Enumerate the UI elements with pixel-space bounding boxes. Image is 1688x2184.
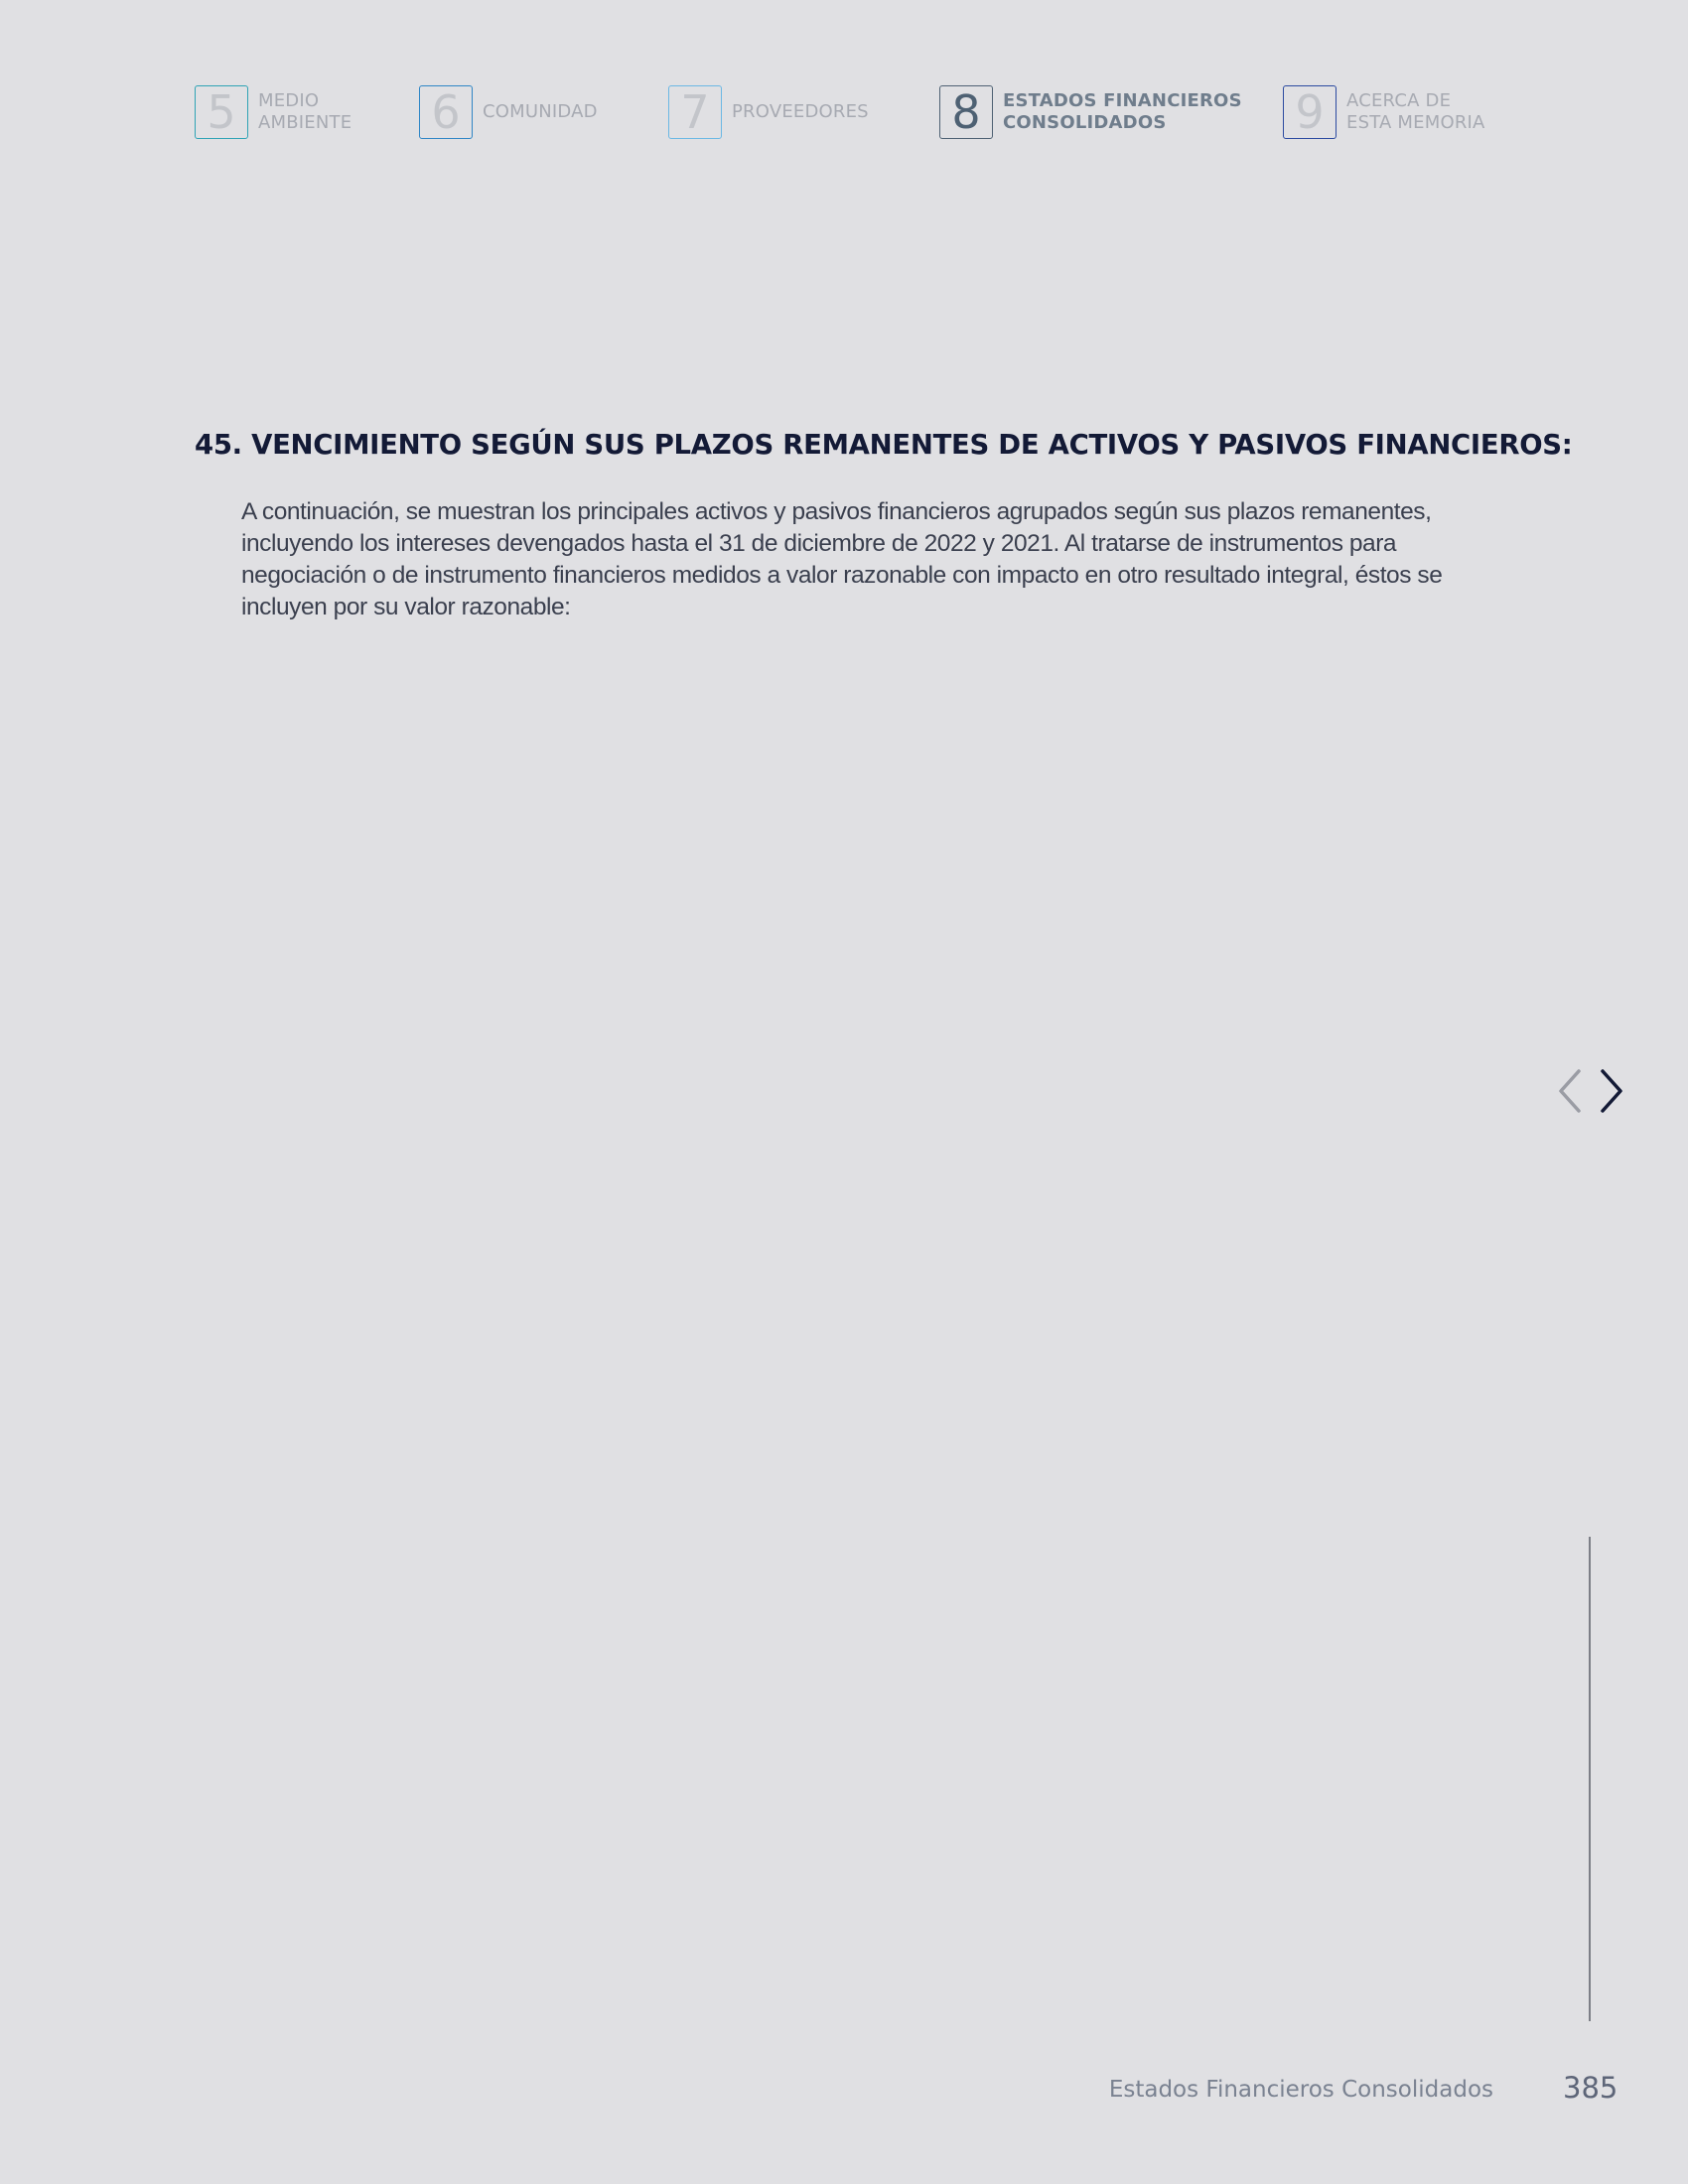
previous-page-button[interactable] — [1555, 1068, 1587, 1114]
nav-label-line2: CONSOLIDADOS — [1003, 112, 1167, 133]
footer-section-title: Estados Financieros Consolidados — [1108, 2077, 1493, 2103]
chapter-number-box: 9 — [1283, 85, 1336, 139]
nav-item-estados-financieros[interactable]: 8 ESTADOS FINANCIEROS CONSOLIDADOS — [939, 85, 1242, 139]
chevron-left-icon — [1559, 1069, 1581, 1113]
chapter-number-box: 7 — [668, 85, 722, 139]
nav-item-label: ACERCA DE ESTA MEMORIA — [1346, 90, 1485, 134]
nav-item-acerca-de[interactable]: 9 ACERCA DE ESTA MEMORIA — [1283, 85, 1485, 139]
next-page-button[interactable] — [1597, 1068, 1628, 1114]
section-body-text: A continuación, se muestran los principa… — [241, 498, 1443, 620]
nav-label-line1: ESTADOS FINANCIEROS — [1003, 90, 1242, 111]
page-number: 385 — [1563, 2071, 1618, 2105]
chevron-right-icon — [1601, 1069, 1622, 1113]
nav-label-line2: AMBIENTE — [258, 112, 352, 133]
section-heading: 45. VENCIMIENTO SEGÚN SUS PLAZOS REMANEN… — [195, 429, 1573, 461]
nav-label-line1: MEDIO — [258, 90, 320, 111]
nav-item-label: PROVEEDORES — [732, 101, 869, 123]
nav-label-line2: ESTA MEMORIA — [1346, 112, 1485, 133]
chapter-nav: 5 MEDIO AMBIENTE 6 COMUNIDAD 7 PROVEEDOR… — [0, 85, 1688, 141]
vertical-divider — [1589, 1537, 1591, 2021]
chapter-number-box: 8 — [939, 85, 993, 139]
nav-item-proveedores[interactable]: 7 PROVEEDORES — [668, 85, 869, 139]
nav-label-line1: ACERCA DE — [1346, 90, 1452, 111]
chapter-number-box: 6 — [419, 85, 473, 139]
nav-item-medio-ambiente[interactable]: 5 MEDIO AMBIENTE — [195, 85, 352, 139]
nav-label-line1: COMUNIDAD — [483, 101, 598, 122]
nav-item-label: MEDIO AMBIENTE — [258, 90, 352, 134]
chapter-number-box: 5 — [195, 85, 248, 139]
nav-item-comunidad[interactable]: 6 COMUNIDAD — [419, 85, 598, 139]
nav-item-label: ESTADOS FINANCIEROS CONSOLIDADOS — [1003, 90, 1242, 134]
nav-item-label: COMUNIDAD — [483, 101, 598, 123]
nav-label-line1: PROVEEDORES — [732, 101, 869, 122]
